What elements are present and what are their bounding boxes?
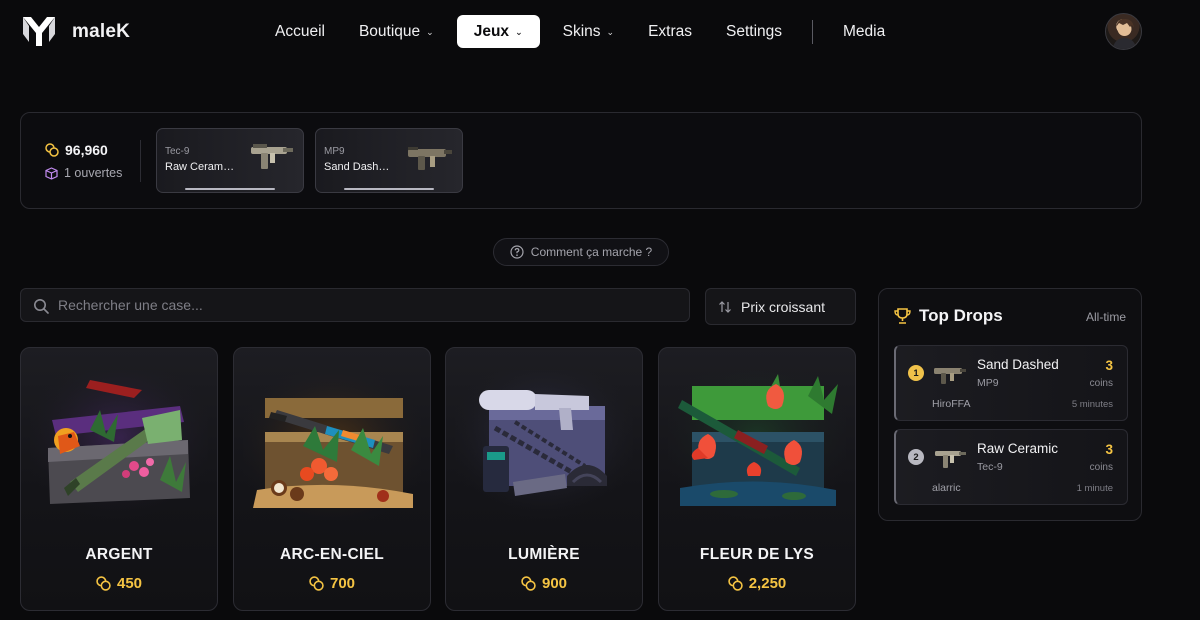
drop-entry[interactable]: 2 Raw Ceramic Tec-9 3 coins alarric 1 mi… [894, 429, 1128, 505]
item-name: Raw Ceram… [165, 161, 235, 173]
drop-timestamp: 1 minute [1076, 483, 1113, 494]
nav-label: Settings [726, 22, 783, 40]
recent-openings-panel: 96,960 1 ouvertes Tec-9 Raw Ceram… MP9 S… [20, 112, 1142, 209]
nav-label: Accueil [275, 22, 325, 40]
drop-value: 3 [1105, 358, 1113, 373]
sort-arrows-icon [719, 300, 731, 313]
nav-label: Jeux [473, 22, 510, 40]
drop-timestamp: 5 minutes [1071, 399, 1113, 410]
main-nav: Accueil Boutique ⌄ Jeux ⌄ Skins ⌄ Extras… [258, 15, 902, 48]
drop-item-name: Sand Dashed [977, 357, 1059, 372]
drop-item-name: Raw Ceramic [977, 441, 1059, 456]
case-arc-en-ciel-image [243, 370, 421, 520]
item-category: MP9 [324, 146, 345, 157]
case-name: LUMIÈRE [508, 546, 580, 563]
chevron-down-icon: ⌄ [606, 27, 615, 37]
coins-icon [727, 576, 743, 591]
box-icon [45, 166, 58, 180]
case-price: 900 [446, 575, 642, 592]
top-drops-title: Top Drops [919, 306, 1003, 325]
how-it-works-button[interactable]: Comment ça marche ? [493, 238, 669, 266]
nav-label: Boutique [358, 22, 421, 40]
coin-balance: 96,960 [45, 142, 108, 158]
coins-icon [45, 143, 59, 157]
coins-icon [309, 576, 324, 591]
opened-label: 1 ouvertes [64, 166, 123, 180]
item-rarity-bar [344, 188, 434, 190]
question-circle-icon [510, 245, 524, 259]
nav-extras[interactable]: Extras [631, 15, 709, 48]
tec9-weapon-icon [251, 144, 293, 169]
case-name: ARGENT [85, 546, 153, 563]
case-price-value: 700 [329, 575, 356, 592]
case-name: FLEUR DE LYS [699, 546, 815, 563]
divider [140, 140, 141, 182]
rank-badge: 2 [908, 449, 924, 465]
case-fleur-de-lys-image [668, 370, 846, 520]
chevron-down-icon: ⌄ [426, 27, 434, 37]
coins-icon [521, 576, 536, 591]
drop-item-category: MP9 [977, 377, 999, 389]
drop-unit: coins [1089, 462, 1113, 473]
case-card-arc-en-ciel[interactable]: ARC-EN-CIEL 700 [233, 347, 431, 611]
rank-badge: 1 [908, 365, 924, 381]
nav-media[interactable]: Media [826, 15, 902, 48]
case-argent-image [30, 370, 208, 520]
time-filter[interactable]: All-time [1086, 310, 1126, 324]
nav-settings[interactable]: Settings [709, 15, 799, 48]
nav-accueil[interactable]: Accueil [258, 15, 342, 48]
mp9-weapon-icon [934, 368, 966, 384]
drop-value: 3 [1105, 442, 1113, 457]
nav-label: Skins [562, 22, 601, 40]
case-card-lumiere[interactable]: LUMIÈRE 900 [445, 347, 643, 611]
case-price: 700 [234, 575, 430, 592]
chevron-down-icon: ⌄ [515, 27, 523, 37]
tec9-weapon-icon [935, 451, 966, 468]
top-drops-panel: Top Drops All-time 1 Sand Dashed MP9 3 c… [878, 288, 1142, 521]
nav-jeux[interactable]: Jeux ⌄ [456, 15, 540, 48]
drop-entry[interactable]: 1 Sand Dashed MP9 3 coins HiroFFA 5 minu… [894, 345, 1128, 421]
case-name: ARC-EN-CIEL [279, 546, 385, 563]
inventory-item[interactable]: Tec-9 Raw Ceram… [156, 128, 304, 193]
search-icon [34, 299, 49, 314]
case-card-argent[interactable]: ARGENT 450 [20, 347, 218, 611]
case-lumiere-image [455, 370, 633, 520]
case-search [20, 288, 690, 322]
balance-value: 96,960 [65, 142, 108, 158]
top-drops-header: Top Drops [893, 306, 1003, 326]
drop-item-category: Tec-9 [977, 461, 1003, 473]
case-price-value: 900 [541, 575, 568, 592]
drop-username: HiroFFA [932, 398, 971, 410]
case-price: 2,250 [659, 575, 855, 592]
item-rarity-bar [185, 188, 275, 190]
help-label: Comment ça marche ? [530, 245, 653, 259]
nav-label: Extras [648, 22, 692, 40]
trophy-icon [894, 307, 911, 324]
user-avatar[interactable] [1105, 13, 1142, 50]
case-card-fleur-de-lys[interactable]: FLEUR DE LYS 2,250 [658, 347, 856, 611]
nav-label: Media [843, 22, 886, 40]
top-navigation: maleK Accueil Boutique ⌄ Jeux ⌄ Skins ⌄ … [0, 0, 1200, 62]
item-category: Tec-9 [165, 146, 190, 157]
coins-icon [96, 576, 111, 591]
item-name: Sand Dash… [324, 161, 390, 173]
nav-skins[interactable]: Skins ⌄ [546, 15, 631, 48]
inventory-item[interactable]: MP9 Sand Dash… [315, 128, 463, 193]
sort-label: Prix croissant [741, 298, 826, 315]
case-price-value: 2,250 [748, 575, 787, 592]
drop-unit: coins [1089, 378, 1113, 389]
nav-boutique[interactable]: Boutique ⌄ [342, 15, 451, 48]
mp9-weapon-icon [408, 147, 452, 170]
nav-divider [812, 19, 814, 44]
case-price: 450 [21, 575, 217, 592]
drop-username: alarric [932, 482, 961, 494]
case-price-value: 450 [116, 575, 143, 592]
sort-dropdown[interactable]: Prix croissant [705, 288, 856, 325]
search-input[interactable] [58, 289, 678, 321]
brand-name[interactable]: maleK [72, 21, 130, 43]
brand-logo-icon[interactable] [20, 12, 58, 50]
opened-count: 1 ouvertes [45, 166, 122, 180]
